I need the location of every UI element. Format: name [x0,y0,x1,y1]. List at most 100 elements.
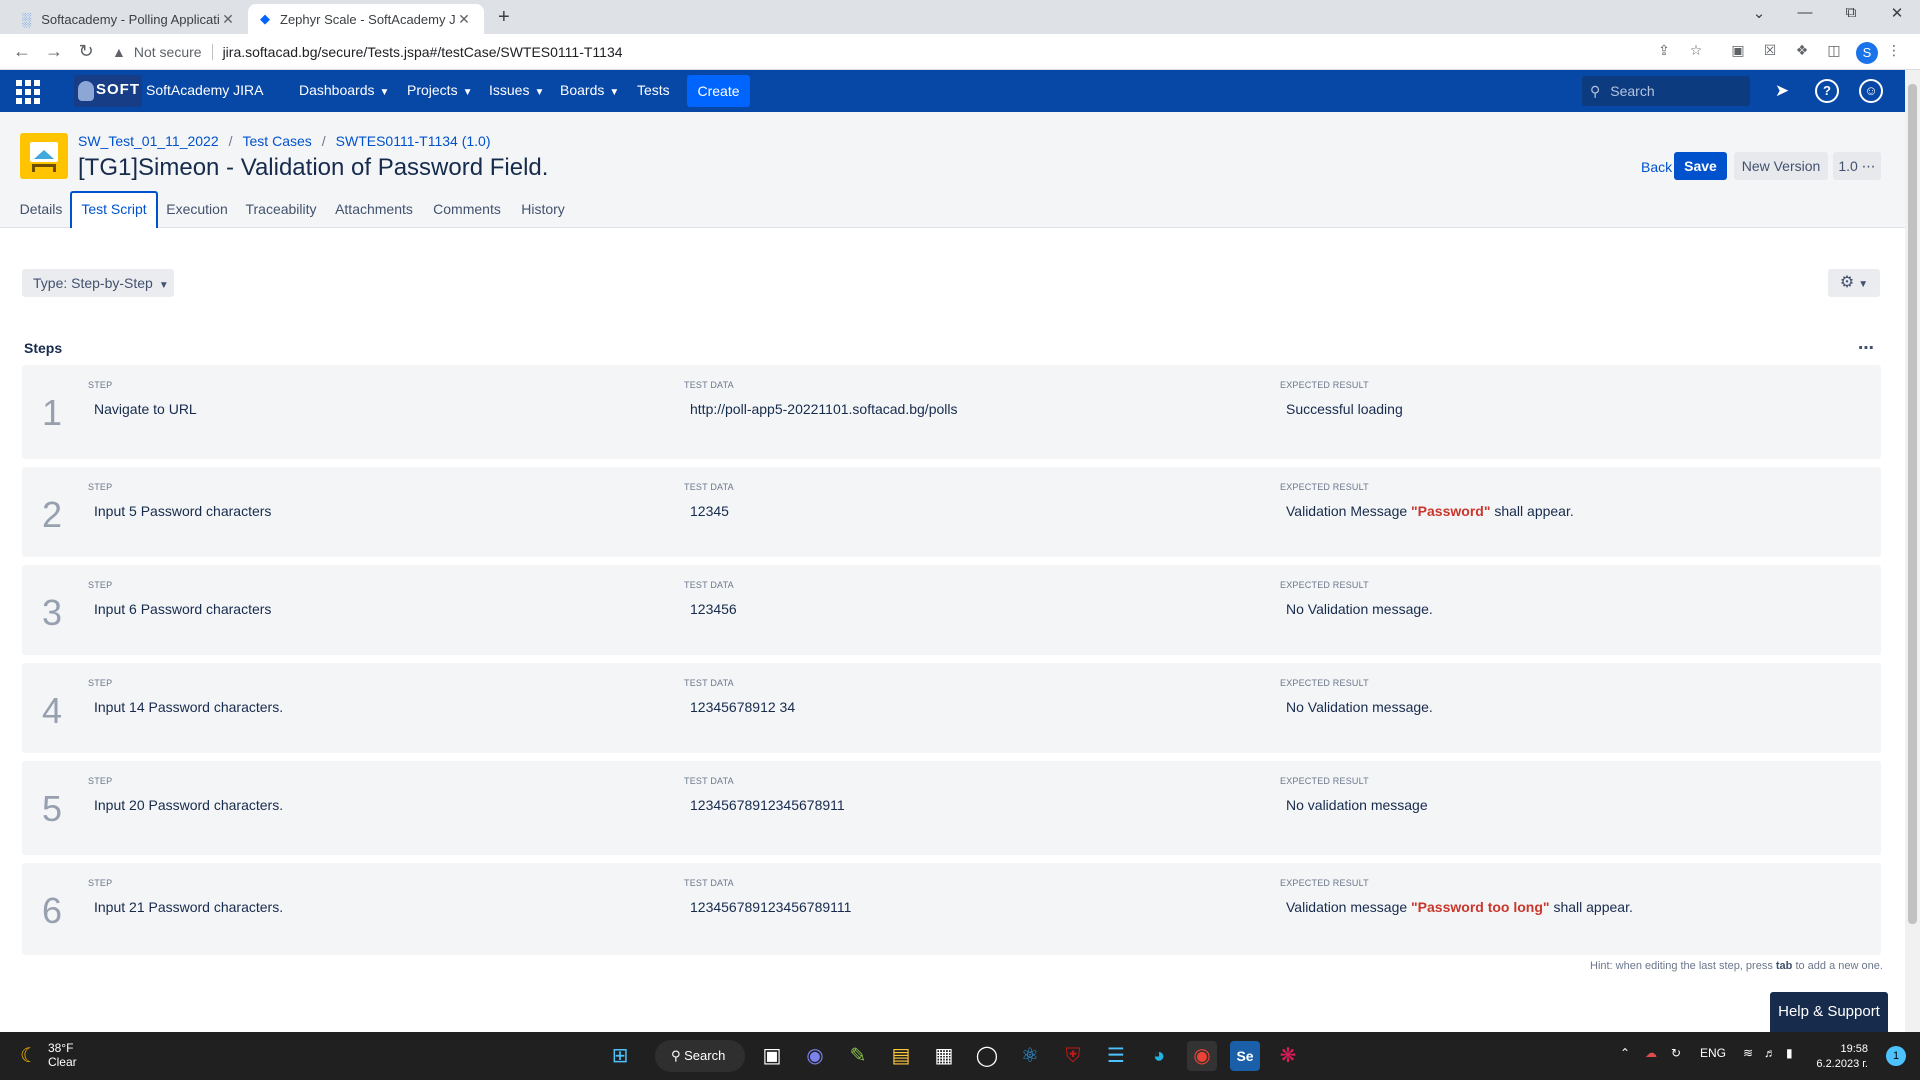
step-test-data[interactable]: 123456789123456789111 [690,899,851,915]
step-expected-result[interactable]: Validation message "Password too long" s… [1286,899,1633,915]
step-test-data[interactable]: 12345678912 34 [690,699,795,715]
star-icon[interactable]: ☆ [1686,42,1706,62]
taskbar-search[interactable]: ⚲ Search [655,1040,745,1072]
help-support-button[interactable]: Help & Support [1770,992,1888,1032]
step-row[interactable]: 1 STEP TEST DATA EXPECTED RESULT Navigat… [22,365,1881,459]
step-row[interactable]: 4 STEP TEST DATA EXPECTED RESULT Input 1… [22,663,1881,753]
step-description[interactable]: Navigate to URL [94,401,197,417]
new-tab-icon[interactable]: + [498,6,510,29]
tab-execution[interactable]: Execution [160,191,234,228]
restore-icon[interactable]: ⧉ [1828,4,1874,21]
create-button[interactable]: Create [687,75,750,107]
slack-icon[interactable]: ❋ [1273,1041,1303,1071]
breadcrumb-test-cases[interactable]: Test Cases [243,133,312,149]
save-button[interactable]: Save [1674,152,1727,180]
browser-tab-polling[interactable]: ░ Softacademy - Polling Applicatio ✕ [10,4,248,34]
tray-chevron-icon[interactable]: ⌃ [1620,1046,1630,1060]
breadcrumb-test-case-key[interactable]: SWTES0111-T1134 (1.0) [336,133,491,149]
nav-dashboards[interactable]: Dashboards ▼ [299,82,389,98]
step-row[interactable]: 3 STEP TEST DATA EXPECTED RESULT Input 6… [22,565,1881,655]
user-avatar-icon[interactable]: ☺ [1859,79,1883,103]
header-search-input[interactable]: ⚲ Search [1582,76,1750,106]
close-window-icon[interactable]: ✕ [1874,4,1920,22]
announcement-icon[interactable]: ➤ [1770,79,1794,103]
task-view-icon[interactable]: ▣ [757,1041,787,1071]
step-description[interactable]: Input 5 Password characters [94,503,271,519]
wifi-icon[interactable]: ≋ [1743,1046,1753,1060]
step-test-data[interactable]: 12345 [690,503,729,519]
system-clock[interactable]: 19:58 6.2.2023 г. [1814,1042,1868,1072]
side-panel-icon[interactable]: ◫ [1824,42,1844,62]
tray-security-icon[interactable]: ☁ [1645,1046,1657,1060]
file-explorer-icon[interactable]: ▤ [886,1041,916,1071]
reload-icon[interactable]: ↻ [74,41,98,62]
nav-tests[interactable]: Tests [637,82,670,98]
share-icon[interactable]: ⇪ [1654,42,1674,62]
step-expected-result[interactable]: Validation Message "Password" shall appe… [1286,503,1574,519]
version-menu-button[interactable]: 1.0 ⋯ [1833,152,1881,180]
tab-history[interactable]: History [514,191,572,228]
weather-widget[interactable]: ☾ 38°F Clear [20,1041,77,1069]
tab-comments[interactable]: Comments [426,191,508,228]
profile-avatar[interactable]: S [1856,42,1878,64]
step-description[interactable]: Input 6 Password characters [94,601,271,617]
chrome-icon[interactable]: ◉ [1187,1041,1217,1071]
step-description[interactable]: Input 14 Password characters. [94,699,283,715]
url-omnibox[interactable]: ▲ Not secure jira.softacad.bg/secure/Tes… [112,38,1702,66]
scrollbar-thumb[interactable] [1908,84,1917,924]
nav-issues[interactable]: Issues ▼ [489,82,544,98]
step-test-data[interactable]: http://poll-app5-20221101.softacad.bg/po… [690,401,958,417]
step-expected-result[interactable]: No validation message [1286,797,1428,813]
notepad-plus-icon[interactable]: ✎ [843,1041,873,1071]
close-icon[interactable]: ✕ [456,11,472,28]
back-link[interactable]: Back [1641,159,1672,175]
step-expected-result[interactable]: No Validation message. [1286,699,1433,715]
browser-tab-zephyr[interactable]: ◆ Zephyr Scale - SoftAcademy JIRA ✕ [248,4,484,34]
github-icon[interactable]: ◯ [972,1041,1002,1071]
puzzle-icon[interactable]: ❖ [1792,42,1812,62]
close-icon[interactable]: ✕ [220,11,236,28]
step-test-data[interactable]: 123456 [690,601,737,617]
edge-icon[interactable]: ◕ [1144,1041,1174,1071]
step-test-data[interactable]: 12345678912345678911 [690,797,845,813]
tab-details[interactable]: Details [10,191,72,228]
breadcrumb-project[interactable]: SW_Test_01_11_2022 [78,133,219,149]
app-switcher-icon[interactable] [16,80,40,104]
forward-arrow-icon[interactable]: → [42,41,66,62]
tab-search-chevron-icon[interactable]: ⌄ [1736,4,1782,22]
step-description[interactable]: Input 21 Password characters. [94,899,283,915]
step-row[interactable]: 6 STEP TEST DATA EXPECTED RESULT Input 2… [22,863,1881,955]
tray-sync-icon[interactable]: ↻ [1671,1046,1681,1060]
help-icon[interactable]: ? [1815,79,1839,103]
chat-icon[interactable]: ◉ [800,1041,830,1071]
nav-boards[interactable]: Boards ▼ [560,82,619,98]
mcafee-icon[interactable]: ⛨ [1058,1041,1088,1071]
extension-icon[interactable]: ▣ [1728,42,1748,62]
notification-badge[interactable]: 1 [1886,1046,1906,1066]
step-expected-result[interactable]: Successful loading [1286,401,1403,417]
notepad-icon[interactable]: ☰ [1101,1041,1131,1071]
tab-attachments[interactable]: Attachments [328,191,420,228]
brand-name[interactable]: SoftAcademy JIRA [146,82,264,98]
windows-start-icon[interactable]: ⊞ [605,1041,635,1071]
new-version-button[interactable]: New Version [1734,152,1828,180]
tab-traceability[interactable]: Traceability [240,191,322,228]
step-expected-result[interactable]: No Validation message. [1286,601,1433,617]
store-icon[interactable]: ▦ [929,1041,959,1071]
menu-kebab-icon[interactable]: ⋮ [1884,42,1904,62]
battery-icon[interactable]: ▮ [1786,1046,1793,1060]
back-arrow-icon[interactable]: ← [10,41,34,62]
python-icon[interactable]: ⚛ [1015,1041,1045,1071]
tab-test-script[interactable]: Test Script [70,191,158,228]
extension-x-icon[interactable]: ☒ [1760,42,1780,62]
more-actions-icon[interactable]: ⋯ [1858,338,1875,358]
nav-projects[interactable]: Projects ▼ [407,82,472,98]
settings-dropdown[interactable]: ⚙ ▼ [1828,269,1880,297]
page-scrollbar[interactable] [1905,70,1920,1032]
step-description[interactable]: Input 20 Password characters. [94,797,283,813]
step-row[interactable]: 2 STEP TEST DATA EXPECTED RESULT Input 5… [22,467,1881,557]
minimize-icon[interactable]: — [1782,4,1828,21]
softacademy-logo[interactable]: SOFT [74,75,142,107]
language-indicator[interactable]: ENG [1700,1046,1726,1060]
selenium-ide-icon[interactable]: Se [1230,1041,1260,1071]
